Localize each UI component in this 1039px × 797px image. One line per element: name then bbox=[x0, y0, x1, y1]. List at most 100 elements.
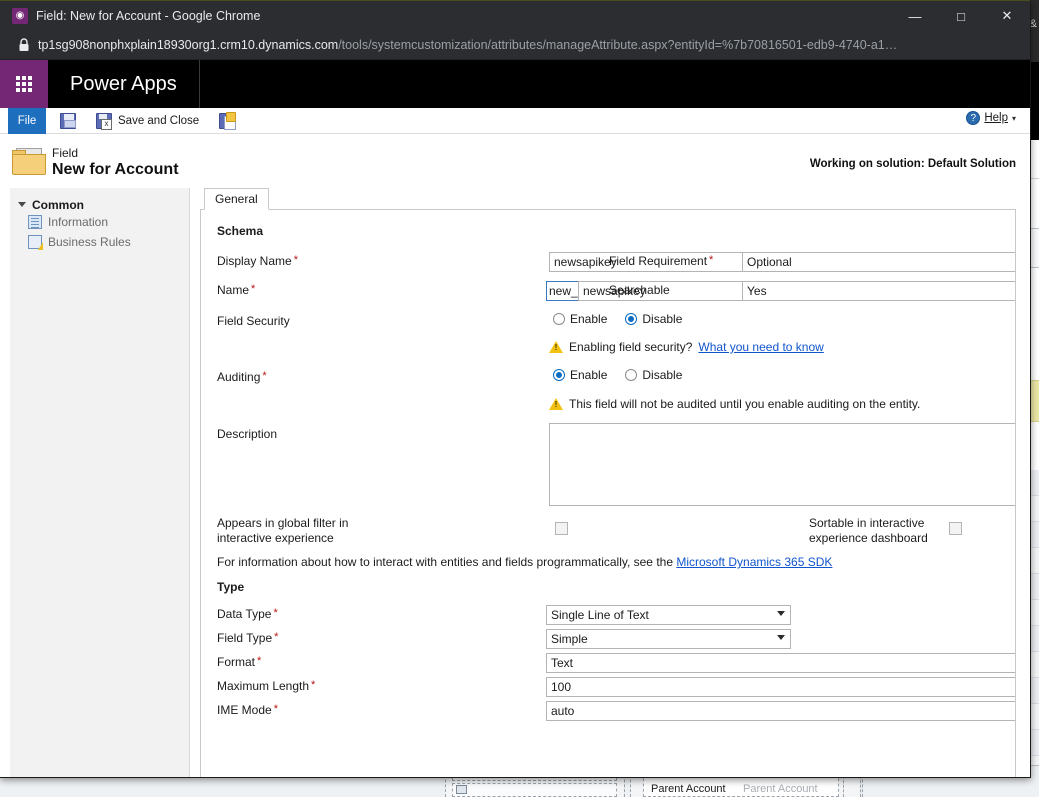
save-and-close-label: Save and Close bbox=[118, 115, 200, 127]
auditing-enable-radio[interactable]: Enable bbox=[553, 368, 607, 382]
name-prefix[interactable]: new_ bbox=[546, 281, 579, 301]
warning-icon bbox=[549, 398, 563, 410]
field-requirement-select[interactable]: Optional bbox=[742, 252, 1015, 272]
sortable-checkbox[interactable] bbox=[949, 522, 962, 535]
row-field-security-warning: Enabling field security? What you need t… bbox=[201, 336, 1015, 362]
required-asterisk: * bbox=[311, 679, 316, 691]
sidebar-item-business-rules[interactable]: Business Rules bbox=[10, 232, 189, 252]
new-field-button[interactable] bbox=[217, 108, 243, 134]
save-button[interactable] bbox=[58, 108, 84, 134]
nav-group-common[interactable]: Common bbox=[10, 198, 189, 212]
required-asterisk: * bbox=[273, 607, 278, 619]
sidebar-item-information[interactable]: Information bbox=[10, 212, 189, 232]
sdk-note-text: For information about how to interact wi… bbox=[217, 555, 673, 569]
file-menu-tab[interactable]: File bbox=[8, 108, 46, 134]
appbar-spacer bbox=[200, 60, 1030, 108]
url-text[interactable]: tp1sg908nonphxplain18930org1.crm10.dynam… bbox=[38, 36, 1014, 54]
row-sdk-note: For information about how to interact wi… bbox=[201, 552, 1015, 576]
row-interactive-experience: Appears in global filter in interactive … bbox=[201, 514, 1015, 552]
format-select[interactable]: Text bbox=[546, 653, 1015, 673]
maximum-length-label: Maximum Length * bbox=[217, 679, 316, 693]
display-name-label: Display Name * bbox=[217, 254, 298, 268]
description-label: Description bbox=[217, 427, 278, 441]
close-button[interactable]: ✕ bbox=[984, 1, 1030, 31]
field-requirement-label: Field Requirement * bbox=[609, 254, 714, 268]
field-security-enable-radio[interactable]: Enable bbox=[553, 312, 607, 326]
save-and-close-button[interactable]: Save and Close bbox=[94, 108, 201, 134]
background-parent-account-value: Parent Account bbox=[743, 783, 818, 795]
maximize-button[interactable]: □ bbox=[938, 1, 984, 31]
row-auditing-warning: This field will not be audited until you… bbox=[201, 393, 1015, 419]
auditing-warning-text: This field will not be audited until you… bbox=[569, 397, 921, 411]
entity-kind-label: Field bbox=[52, 146, 79, 160]
sidebar-item-label: Information bbox=[48, 215, 109, 229]
field-security-disable-radio[interactable]: Disable bbox=[625, 312, 682, 326]
name-label: Name * bbox=[217, 283, 256, 297]
type-section-title: Type bbox=[217, 580, 245, 594]
required-asterisk: * bbox=[262, 370, 267, 382]
schema-section-title: Schema bbox=[217, 224, 264, 238]
sidebar-item-label: Business Rules bbox=[48, 235, 131, 249]
required-asterisk: * bbox=[257, 655, 262, 667]
background-parent-account-label: Parent Account bbox=[651, 783, 726, 795]
required-asterisk: * bbox=[293, 254, 298, 266]
collapse-triangle-icon[interactable] bbox=[18, 202, 26, 207]
dynamics-365-sdk-link[interactable]: Microsoft Dynamics 365 SDK bbox=[676, 555, 832, 569]
page-header: Field New for Account Working on solutio… bbox=[0, 134, 1030, 188]
row-ime-mode: IME Mode * auto bbox=[201, 700, 1015, 724]
description-textarea[interactable] bbox=[549, 423, 1015, 506]
app-launcher-waffle-icon[interactable] bbox=[0, 60, 48, 108]
powerapps-appbar: Power Apps bbox=[0, 60, 1030, 108]
data-type-select[interactable]: Single Line of Text bbox=[546, 605, 791, 625]
what-you-need-to-know-link[interactable]: What you need to know bbox=[698, 340, 823, 354]
row-auditing: Auditing * Enable Disable bbox=[201, 362, 1015, 393]
nav-group-label: Common bbox=[32, 198, 84, 212]
chrome-browser-window: ◉ Field: New for Account - Google Chrome… bbox=[0, 0, 1031, 778]
field-type-label: Field Type * bbox=[217, 631, 279, 645]
tab-strip: General bbox=[200, 188, 1016, 210]
field-form: Schema Display Name* Field Requirement* … bbox=[200, 210, 1016, 777]
maximum-length-input[interactable] bbox=[546, 677, 1015, 697]
information-icon bbox=[28, 215, 42, 229]
row-data-type: Data Type * Single Line of Text bbox=[201, 604, 1015, 628]
auditing-label: Auditing * bbox=[217, 370, 267, 384]
field-folder-icon bbox=[12, 148, 46, 176]
window-controls: — □ ✕ bbox=[892, 1, 1030, 31]
url-path: /tools/systemcustomization/attributes/ma… bbox=[338, 38, 898, 52]
radio-circle-icon bbox=[553, 313, 565, 325]
data-type-label: Data Type * bbox=[217, 607, 278, 621]
minimize-button[interactable]: — bbox=[892, 1, 938, 31]
tab-general[interactable]: General bbox=[204, 188, 269, 210]
radio-circle-selected-icon bbox=[625, 313, 638, 325]
row-format: Format * Text bbox=[201, 652, 1015, 676]
help-label: Help bbox=[984, 112, 1008, 124]
field-type-select[interactable]: Simple bbox=[546, 629, 791, 649]
auditing-disable-radio[interactable]: Disable bbox=[625, 368, 682, 382]
radio-circle-icon bbox=[625, 369, 638, 381]
global-filter-checkbox[interactable] bbox=[555, 522, 568, 535]
format-label: Format * bbox=[217, 655, 262, 669]
powerapps-brand[interactable]: Power Apps bbox=[48, 60, 200, 108]
radio-label: Enable bbox=[570, 312, 608, 326]
ime-mode-select[interactable]: auto bbox=[546, 701, 1015, 721]
row-description: Description bbox=[201, 419, 1015, 514]
radio-label: Enable bbox=[570, 368, 608, 382]
required-asterisk: * bbox=[273, 703, 278, 715]
save-icon bbox=[60, 113, 76, 129]
auditing-radio-group: Enable Disable bbox=[553, 368, 682, 382]
chevron-down-icon: ▾ bbox=[1011, 113, 1016, 123]
row-display-name: Display Name* Field Requirement* Optiona… bbox=[201, 248, 1015, 277]
global-filter-label: Appears in global filter in interactive … bbox=[217, 516, 349, 545]
auditing-warning: This field will not be audited until you… bbox=[549, 397, 920, 411]
searchable-select[interactable]: Yes bbox=[742, 281, 1015, 301]
row-field-type: Field Type * Simple bbox=[201, 628, 1015, 652]
radio-label: Disable bbox=[642, 312, 683, 326]
business-rules-icon bbox=[28, 235, 43, 250]
searchable-label: Searchable bbox=[609, 283, 670, 297]
help-button[interactable]: ? Help ▾ bbox=[966, 111, 1016, 125]
browser-urlbar[interactable]: tp1sg908nonphxplain18930org1.crm10.dynam… bbox=[0, 30, 1030, 60]
solution-context-label: Working on solution: Default Solution bbox=[809, 158, 1016, 170]
power-apps-favicon: ◉ bbox=[12, 8, 28, 24]
row-maximum-length: Maximum Length * bbox=[201, 676, 1015, 700]
browser-tab-title[interactable]: Field: New for Account - Google Chrome bbox=[36, 7, 260, 25]
